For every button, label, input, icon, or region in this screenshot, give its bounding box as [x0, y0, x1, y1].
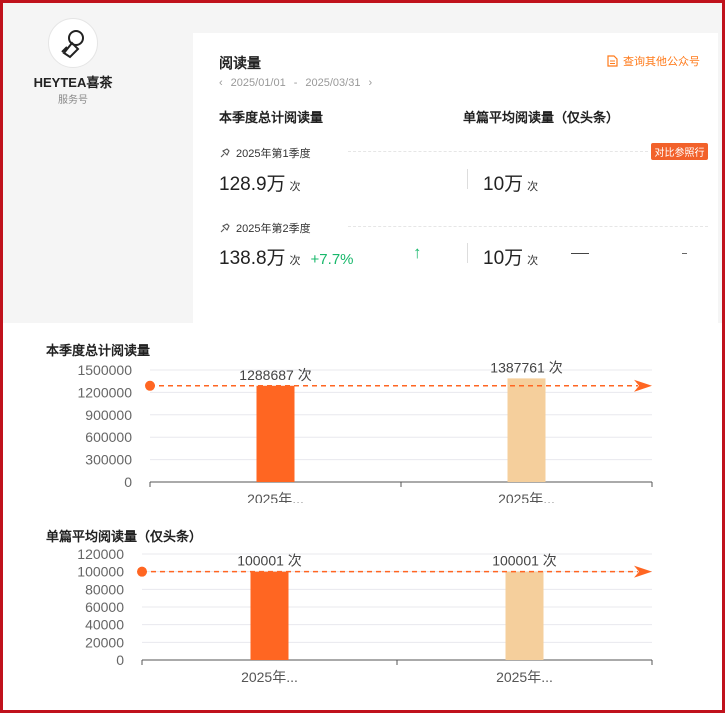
- row-q1-label-text: 2025年第1季度: [236, 148, 311, 160]
- y-tick-label: 20000: [85, 634, 124, 650]
- q1-divider: [467, 169, 468, 189]
- bar-data-label: 1387761 次: [490, 359, 562, 375]
- query-other-account-link[interactable]: 查询其他公众号: [607, 53, 700, 69]
- y-tick-label: 60000: [85, 599, 124, 615]
- y-tick-label: 40000: [85, 617, 124, 633]
- row-q2-label-text: 2025年第2季度: [236, 223, 311, 235]
- bar-data-label: 100001 次: [237, 553, 302, 569]
- chart-total-title: 本季度总计阅读量: [46, 343, 151, 358]
- chevron-right-icon[interactable]: ›: [368, 77, 372, 89]
- y-tick-label: 0: [116, 652, 124, 668]
- y-tick-label: 100000: [77, 564, 124, 580]
- card-title: 阅读量: [219, 55, 261, 71]
- date-range: ‹ 2025/01/01 - 2025/03/31 ›: [219, 77, 372, 89]
- chart-total-panel: 本季度总计阅读量 0 300000 600000 900000 1200000 15000…: [29, 323, 674, 507]
- row-q1-label: 2025年第1季度: [219, 145, 311, 161]
- arrow-up-icon: ↑: [413, 243, 422, 262]
- q2-avg-value: 10万 次: [483, 243, 538, 270]
- account-sidebar: [3, 3, 193, 323]
- y-tick-label: 600000: [85, 429, 132, 445]
- bar: [250, 571, 289, 660]
- compare-reference-button[interactable]: 对比参照行: [651, 143, 708, 160]
- q1-avg-value: 10万 次: [483, 169, 538, 196]
- y-tick-label: 1500000: [77, 362, 132, 378]
- q2-avg-unit: 次: [527, 255, 539, 267]
- bar: [505, 571, 544, 660]
- y-tick-label: 80000: [85, 581, 124, 597]
- q2-avg-number: 10万: [483, 248, 524, 269]
- y-tick-label: 900000: [85, 407, 132, 423]
- bar: [256, 385, 295, 482]
- column-avg-heading: 单篇平均阅读量（仅头条）: [463, 110, 620, 125]
- y-tick-label: 0: [124, 474, 132, 490]
- right-gray-edge: [718, 33, 722, 323]
- q1-total-value: 128.9万 次: [219, 169, 301, 196]
- y-tick-label: 120000: [77, 546, 124, 562]
- heytea-logo-icon: [61, 30, 84, 59]
- date-separator: -: [293, 77, 298, 89]
- q2-total-value: 138.8万 次 +7.7%: [219, 243, 354, 270]
- placeholder-dash: [571, 253, 589, 254]
- y-tick-label: 1200000: [77, 384, 132, 400]
- chart-avg-panel: 单篇平均阅读量（仅头条） 0 20000 40000 60000 80000 100000…: [29, 512, 674, 707]
- bar-data-label: 100001 次: [492, 553, 557, 569]
- rocket-icon: [220, 147, 230, 157]
- q2-total-unit: 次: [289, 255, 301, 267]
- q1-avg-unit: 次: [527, 181, 539, 193]
- account-name: HEYTEA喜茶: [33, 75, 113, 90]
- row-q1-divider: [348, 151, 648, 152]
- document-icon: [607, 55, 618, 67]
- q2-divider: [467, 243, 468, 263]
- row-q2-divider: [348, 226, 708, 227]
- q1-avg-number: 10万: [483, 174, 524, 195]
- q2-growth-rate: +7.7%: [310, 251, 354, 268]
- y-tick-label: 300000: [85, 452, 132, 468]
- column-total-heading: 本季度总计阅读量: [219, 110, 324, 125]
- x-tick-label: 2025年...: [247, 491, 304, 503]
- top-gray-band: [193, 3, 722, 33]
- q2-total-number: 138.8万: [219, 248, 286, 269]
- date-start: 2025/01/01: [230, 77, 286, 89]
- chart-avg-title: 单篇平均阅读量（仅头条）: [46, 529, 203, 544]
- q1-total-number: 128.9万: [219, 174, 286, 195]
- rocket-icon: [220, 222, 230, 232]
- account-avatar[interactable]: [48, 18, 98, 68]
- x-tick-label: 2025年...: [496, 669, 553, 685]
- x-tick-label: 2025年...: [241, 669, 298, 685]
- read-count-card: 阅读量 ‹ 2025/01/01 - 2025/03/31 › 查询其他公众号 …: [193, 33, 718, 323]
- date-end: 2025/03/31: [305, 77, 361, 89]
- bar: [507, 378, 546, 482]
- bar-data-label: 1288687 次: [239, 367, 311, 383]
- placeholder-dash-short: [682, 253, 687, 254]
- row-q2-label: 2025年第2季度: [219, 220, 311, 236]
- chevron-left-icon[interactable]: ‹: [219, 77, 223, 89]
- x-tick-label: 2025年...: [498, 491, 555, 503]
- account-type: 服务号: [58, 95, 88, 106]
- query-link-label: 查询其他公众号: [623, 56, 700, 68]
- q1-total-unit: 次: [289, 181, 301, 193]
